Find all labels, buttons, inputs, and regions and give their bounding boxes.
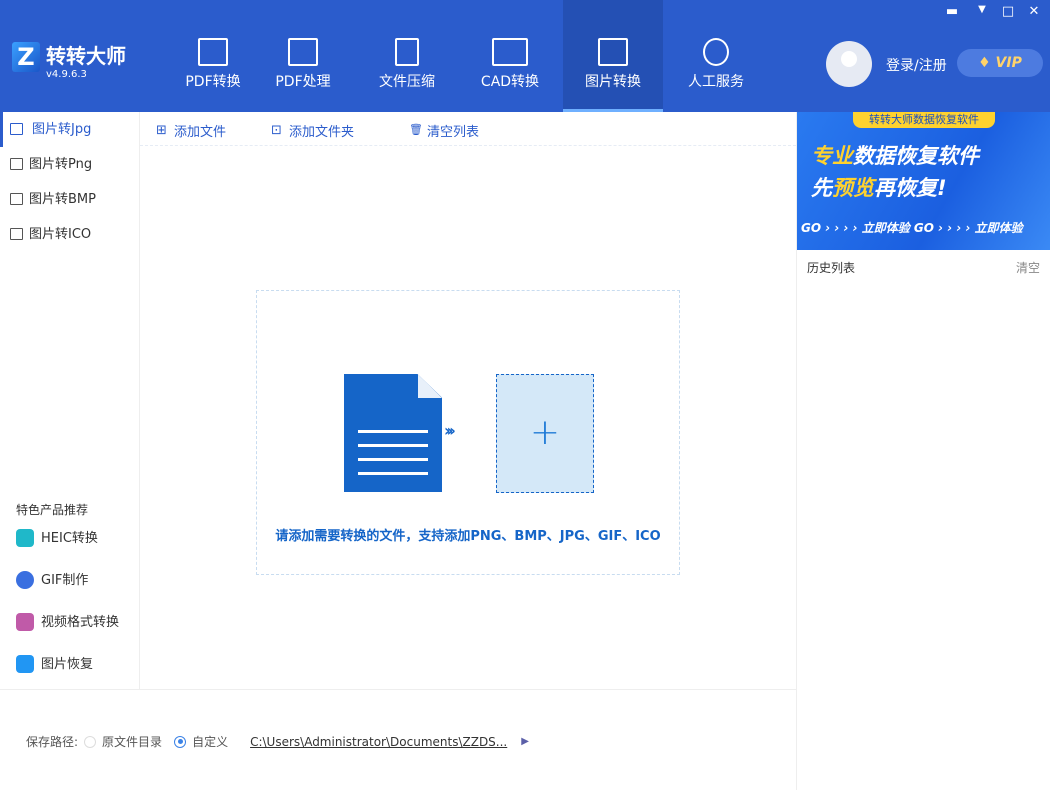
tab-human-service[interactable]: 人工服务 bbox=[666, 0, 766, 112]
radio-original-dir[interactable] bbox=[84, 736, 96, 748]
add-folder-icon: ⊡ bbox=[271, 123, 282, 138]
save-path-label: 保存路径: bbox=[26, 733, 78, 750]
featured-gif[interactable]: GIF制作 bbox=[16, 571, 88, 591]
tab-image-convert[interactable]: 图片转换 bbox=[563, 0, 663, 112]
clear-list-button[interactable]: 🗑 清空列表 bbox=[409, 121, 479, 140]
pdf-process-icon bbox=[288, 38, 318, 66]
radio-label: 原文件目录 bbox=[102, 733, 162, 750]
support-icon bbox=[703, 38, 729, 66]
drop-zone[interactable]: ››› + 请添加需要转换的文件，支持添加PNG、BMP、JPG、GIF、ICO bbox=[256, 290, 680, 575]
app-version: v4.9.6.3 bbox=[46, 69, 87, 80]
tab-label: PDF处理 bbox=[253, 71, 353, 91]
sidebar-item-to-bmp[interactable]: 图片转BMP bbox=[0, 182, 140, 217]
button-label: 添加文件夹 bbox=[289, 125, 354, 140]
featured-heic[interactable]: HEIC转换 bbox=[16, 529, 98, 549]
login-link[interactable]: 登录/注册 bbox=[886, 55, 947, 75]
banner-line1: 专业数据恢复软件 bbox=[811, 140, 979, 170]
path-expand-icon[interactable]: ▶ bbox=[521, 736, 529, 747]
trash-icon: 🗑 bbox=[409, 123, 423, 136]
history-title: 历史列表 bbox=[807, 259, 855, 276]
image-icon bbox=[10, 123, 23, 135]
featured-label: GIF制作 bbox=[41, 573, 88, 588]
sidebar-item-label: 图片转BMP bbox=[29, 192, 96, 207]
restore-button[interactable]: □ bbox=[998, 4, 1018, 19]
tab-label: PDF转换 bbox=[163, 71, 263, 91]
add-file-plus-button[interactable]: + bbox=[496, 374, 594, 493]
right-panel: 转转大师数据恢复软件 专业数据恢复软件 先预览再恢复! GO › › › › 立… bbox=[796, 112, 1050, 790]
sidebar-item-label: 图片转Jpg bbox=[32, 122, 91, 137]
featured-title: 特色产品推荐 bbox=[16, 501, 88, 518]
vip-button[interactable]: ♦ VIP bbox=[957, 49, 1043, 77]
header: Z 转转大师 v4.9.6.3 PDF转换 PDF处理 文件压缩 CAD转换 图… bbox=[0, 0, 1050, 112]
tab-cad-convert[interactable]: CAD转换 bbox=[460, 0, 560, 112]
radio-custom[interactable] bbox=[174, 736, 186, 748]
arrows-icon: ››› bbox=[444, 421, 452, 440]
tab-label: 人工服务 bbox=[666, 71, 766, 91]
featured-video[interactable]: 视频格式转换 bbox=[16, 613, 119, 633]
sidebar-item-to-ico[interactable]: 图片转ICO bbox=[0, 217, 140, 252]
tab-label: 图片转换 bbox=[563, 71, 663, 91]
save-path-row: 保存路径: 原文件目录 自定义 C:\Users\Administrator\D… bbox=[26, 733, 529, 750]
tab-pdf-convert[interactable]: PDF转换 bbox=[163, 0, 263, 112]
image-icon bbox=[10, 158, 23, 170]
close-button[interactable]: ✕ bbox=[1024, 4, 1044, 19]
sidebar-item-label: 图片转Png bbox=[29, 157, 92, 172]
save-path-link[interactable]: C:\Users\Administrator\Documents\ZZDS... bbox=[250, 735, 507, 749]
tab-label: 文件压缩 bbox=[357, 71, 457, 91]
cad-icon bbox=[492, 38, 528, 66]
add-folder-button[interactable]: ⊡ 添加文件夹 bbox=[271, 121, 354, 140]
banner-line2: 先预览再恢复! bbox=[811, 172, 947, 202]
featured-label: 图片恢复 bbox=[41, 657, 93, 672]
minimize-button[interactable]: ▬ bbox=[942, 4, 962, 19]
featured-image-recovery[interactable]: 图片恢复 bbox=[16, 655, 93, 675]
add-file-button[interactable]: ⊞ 添加文件 bbox=[156, 121, 226, 140]
app-logo: Z bbox=[12, 42, 40, 72]
app-name: 转转大师 bbox=[46, 40, 126, 69]
recovery-icon bbox=[16, 655, 34, 673]
image-icon bbox=[598, 38, 628, 66]
tab-pdf-process[interactable]: PDF处理 bbox=[253, 0, 353, 112]
video-icon bbox=[16, 613, 34, 631]
gif-icon bbox=[16, 571, 34, 589]
divider bbox=[140, 145, 796, 146]
banner-tag: 转转大师数据恢复软件 bbox=[853, 112, 995, 128]
drop-hint: 请添加需要转换的文件，支持添加PNG、BMP、JPG、GIF、ICO bbox=[257, 525, 679, 544]
button-label: 清空列表 bbox=[427, 125, 479, 140]
avatar[interactable] bbox=[826, 41, 872, 87]
banner-cta: GO › › › › 立即体验 GO › › › › 立即体验 bbox=[801, 219, 1023, 236]
sidebar-item-to-png[interactable]: 图片转Png bbox=[0, 147, 140, 182]
add-file-icon: ⊞ bbox=[156, 123, 167, 138]
button-label: 添加文件 bbox=[174, 125, 226, 140]
zip-icon bbox=[395, 38, 419, 66]
radio-label: 自定义 bbox=[192, 733, 228, 750]
sidebar-item-label: 图片转ICO bbox=[29, 227, 91, 242]
sidebar: 图片转Jpg 图片转Png 图片转BMP 图片转ICO bbox=[0, 112, 140, 689]
history-clear-button[interactable]: 清空 bbox=[1016, 259, 1040, 276]
document-icon bbox=[344, 374, 442, 492]
heic-icon bbox=[16, 529, 34, 547]
tab-file-compress[interactable]: 文件压缩 bbox=[357, 0, 457, 112]
ad-banner[interactable]: 转转大师数据恢复软件 专业数据恢复软件 先预览再恢复! GO › › › › 立… bbox=[797, 112, 1050, 250]
featured-label: 视频格式转换 bbox=[41, 615, 119, 630]
image-icon bbox=[10, 193, 23, 205]
tab-label: CAD转换 bbox=[460, 71, 560, 91]
sidebar-item-to-jpg[interactable]: 图片转Jpg bbox=[0, 112, 140, 147]
featured-label: HEIC转换 bbox=[41, 531, 98, 546]
skin-button[interactable]: ▼ bbox=[972, 4, 992, 15]
image-icon bbox=[10, 228, 23, 240]
pdf-convert-icon bbox=[198, 38, 228, 66]
